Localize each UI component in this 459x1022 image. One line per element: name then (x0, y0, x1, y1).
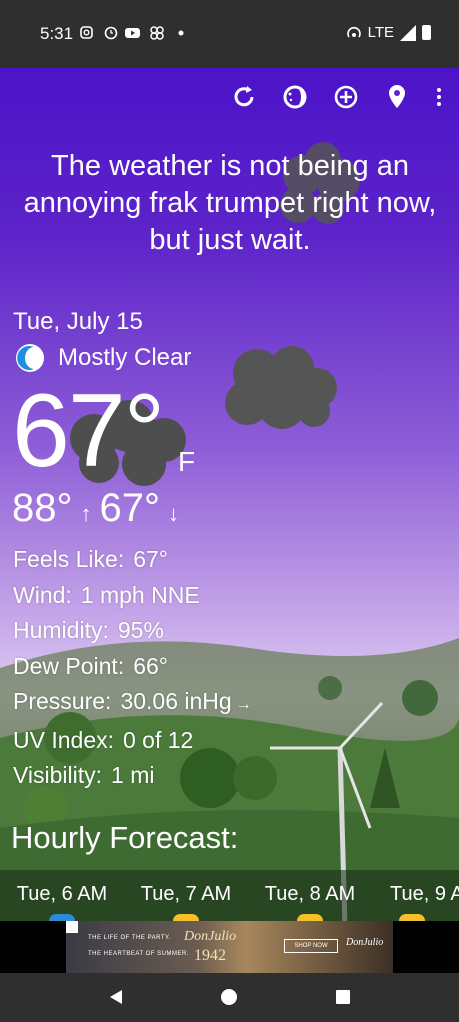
status-right: LTE (346, 24, 431, 41)
add-location-icon[interactable] (331, 82, 361, 112)
uv-row: UV Index: 0 of 12 (13, 723, 252, 759)
pressure-value: 30.06 inHg (120, 688, 232, 714)
feels-like-value: 67° (133, 546, 168, 572)
ad-year: 1942 (194, 947, 226, 964)
signal-icon (400, 24, 416, 41)
recents-icon[interactable] (335, 988, 351, 1006)
visibility-row: Visibility: 1 mi (13, 758, 252, 794)
current-date: Tue, July 15 (13, 308, 143, 335)
condition-text: Mostly Clear (58, 344, 192, 371)
hour-weather-icon (297, 914, 323, 921)
visibility-value: 1 mi (111, 762, 155, 788)
temperature-unit: F (178, 446, 196, 477)
hour-item[interactable]: Tue, 6 AM (0, 870, 124, 921)
hour-item[interactable]: Tue, 7 AM (124, 870, 248, 921)
visibility-label: Visibility: (13, 762, 103, 788)
network-label: LTE (367, 24, 394, 41)
ad-brand: DonJulio (184, 929, 237, 944)
wind-value: 1 mph NNE (80, 581, 200, 608)
ad-banner[interactable]: THE LIFE OF THE PARTY. THE HEARTBEAT OF … (66, 921, 393, 973)
feels-like-label: Feels Like: (13, 546, 125, 572)
uv-value: 0 of 12 (123, 726, 194, 753)
back-icon[interactable] (107, 988, 125, 1006)
wind-row: Wind: 1 mph NNE (13, 578, 252, 614)
pressure-trend-icon: → (235, 696, 252, 713)
hotspot-icon (346, 26, 361, 37)
dew-point-label: Dew Point: (13, 652, 125, 679)
ad-choices-icon[interactable] (66, 921, 78, 933)
notification-icons (80, 24, 190, 46)
hour-label: Tue, 7 AM (140, 883, 232, 905)
theme-icon[interactable] (280, 82, 310, 112)
instagram-icon (80, 26, 93, 39)
hour-label: Tue, 8 AM (264, 883, 356, 905)
hour-label: Tue, 6 AM (16, 883, 108, 905)
current-temperature: 67° (12, 373, 165, 489)
location-pin-icon[interactable] (382, 82, 412, 112)
hourly-forecast-strip[interactable]: Tue, 6 AM Tue, 7 AM Tue, 8 AM Tue, 9 A (0, 870, 459, 921)
toolbar (229, 82, 445, 112)
dot-icon (178, 30, 184, 36)
ad-shop-now-button[interactable]: SHOP NOW (284, 939, 338, 953)
status-bar: 5:31 LTE (0, 0, 459, 68)
high-low: 88° ↑ 67° ↓ (12, 486, 179, 531)
feels-like-row: Feels Like: 67° (13, 542, 252, 578)
condition-row: Mostly Clear (14, 342, 191, 374)
ad-line1: THE LIFE OF THE PARTY. (88, 935, 171, 941)
hour-weather-icon (49, 914, 75, 921)
dew-point-row: Dew Point: 66° (13, 649, 252, 685)
ad-line2: THE HEARTBEAT OF SUMMER. (88, 951, 190, 957)
more-icon[interactable] (433, 82, 445, 112)
system-nav-bar (0, 973, 459, 1022)
hour-item[interactable]: Tue, 8 AM (248, 870, 372, 921)
pressure-row: Pressure: 30.06 inHg → (13, 684, 252, 723)
moon-icon (16, 344, 44, 372)
humidity-value: 95% (117, 617, 164, 643)
refresh-icon[interactable] (229, 82, 259, 112)
high-arrow-icon: ↑ (80, 501, 92, 526)
ad-brand-logo: DonJulio (346, 937, 384, 948)
weather-details: Feels Like: 67° Wind: 1 mph NNE Humidity: 9… (13, 542, 252, 794)
low-arrow-icon: ↓ (168, 501, 179, 526)
cloud-illustration (225, 346, 337, 429)
battery-icon (422, 25, 431, 40)
status-time: 5:31 (40, 24, 74, 43)
pressure-label: Pressure: (13, 688, 112, 714)
wind-label: Wind: (13, 581, 72, 608)
weather-headline: The weather is not being an annoying fra… (23, 150, 437, 256)
hour-item[interactable]: Tue, 9 A (372, 870, 459, 921)
low-temp: 67° (99, 486, 161, 530)
hour-weather-icon (399, 914, 425, 921)
ad-banner-bar: THE LIFE OF THE PARTY. THE HEARTBEAT OF … (0, 921, 459, 973)
high-temp: 88° (12, 486, 73, 530)
humidity-label: Humidity: (13, 617, 109, 643)
humidity-row: Humidity: 95% (13, 613, 252, 649)
uv-label: UV Index: (13, 726, 114, 753)
hourly-title: Hourly Forecast: (11, 820, 239, 855)
hour-label: Tue, 9 A (390, 883, 459, 905)
hour-weather-icon (173, 914, 199, 921)
dew-point-value: 66° (133, 652, 168, 679)
pinwheel-icon (150, 26, 164, 40)
home-icon[interactable] (220, 988, 238, 1006)
